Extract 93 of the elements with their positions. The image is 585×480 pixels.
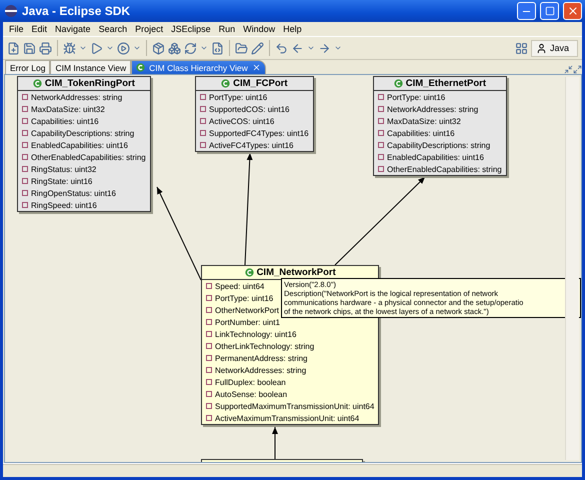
attribute-text: SupportedMaximumTransmissionUnit: uint64 xyxy=(215,402,374,410)
attribute-text: ActiveFC4Types: uint16 xyxy=(209,140,294,150)
attribute-text: Capabilities: uint16 xyxy=(31,116,99,126)
class-name: CIM_FCPort xyxy=(233,78,288,89)
close-icon[interactable] xyxy=(252,63,261,72)
class-name: CIM_TokenRingPort xyxy=(44,78,135,89)
view-tab[interactable]: CIM Instance View xyxy=(50,60,132,74)
attribute-text: OtherEnabledCapabilities: string xyxy=(387,164,502,174)
menu-item[interactable]: Edit xyxy=(28,24,52,34)
printer-icon[interactable] xyxy=(39,42,52,54)
attribute-text: RingSpeed: uint16 xyxy=(31,200,97,210)
attribute-text: NetworkAddresses: string xyxy=(387,104,478,114)
attribute-text: ActiveCOS: uint16 xyxy=(209,116,274,126)
refresh-icon[interactable] xyxy=(184,42,197,54)
attribute-text: MaxDataSize: uint32 xyxy=(31,104,105,114)
view-tab[interactable]: CIM Class Hierarchy View xyxy=(131,60,266,74)
class-box[interactable]: CIM_FCPort PortType: uint16 SupportedCOS: uint16 ActiveCOS: uint16 SupportedFC4Types: uint16 ActiveFC4Types: uint16 xyxy=(195,76,314,152)
maximize-icon xyxy=(544,6,554,16)
menu-item[interactable]: Help xyxy=(279,24,306,34)
class-icon xyxy=(394,79,403,88)
attribute-text: RingStatus: uint32 xyxy=(31,164,96,174)
view-tab[interactable]: Error Log xyxy=(5,60,50,74)
eclipse-logo-icon xyxy=(4,4,18,18)
attribute-text: ActiveMaximumTransmissionUnit: uint64 xyxy=(215,414,360,422)
attribute-text: NetworkAddresses: string xyxy=(31,92,122,102)
menu-item[interactable]: JSEclipse xyxy=(167,24,215,34)
attribute-text: SupportedCOS: uint16 xyxy=(209,104,290,114)
caret-icon[interactable] xyxy=(79,44,87,52)
inheritance-arrow xyxy=(272,426,278,460)
attribute-text: PortType: uint16 xyxy=(209,92,268,102)
menu-item[interactable]: Window xyxy=(239,24,280,34)
close-icon xyxy=(566,5,578,17)
attribute-text: Speed: uint64 xyxy=(215,282,264,290)
minimize-button[interactable] xyxy=(517,2,536,20)
attribute-text: PortType: uint16 xyxy=(215,294,274,302)
attribute-text: RingState: uint16 xyxy=(31,176,92,186)
minimize-view-icon[interactable] xyxy=(564,65,573,74)
attribute-text: NetworkAddresses: string xyxy=(215,366,306,374)
menu-item[interactable]: Run xyxy=(214,24,240,34)
play-icon[interactable] xyxy=(90,42,103,54)
class-box[interactable]: CIM_EthernetPort PortType: uint16 NetworkAddresses: string MaxDataSize: uint32 Capabilities: uint16 CapabilityDescriptions: string EnabledCapabilities: uint16 OtherEnabledCapabilities: string xyxy=(373,76,507,176)
class-icon xyxy=(136,63,146,72)
pencil-icon[interactable] xyxy=(251,42,264,54)
boxes-icon[interactable] xyxy=(168,42,181,54)
attribute-text: OtherNetworkPort xyxy=(215,306,280,314)
attribute-text: PermanentAddress: string xyxy=(215,354,308,362)
package-icon[interactable] xyxy=(152,42,165,54)
attribute-text: Capabilities: uint16 xyxy=(387,128,455,138)
menu-item[interactable]: Project xyxy=(131,24,168,34)
class-box[interactable] xyxy=(17,76,151,212)
caret-icon[interactable] xyxy=(133,44,141,52)
attribute-text: RingOpenStatus: uint16 xyxy=(31,188,116,198)
menu-item[interactable]: File xyxy=(5,24,28,34)
attribute-text: EnabledCapabilities: uint16 xyxy=(31,140,128,150)
file-code-icon[interactable] xyxy=(211,42,224,54)
perspective-button[interactable]: Java xyxy=(530,40,578,56)
caret-icon[interactable] xyxy=(200,44,208,52)
attribute-text: SupportedFC4Types: uint16 xyxy=(209,128,309,138)
class-icon xyxy=(221,79,230,88)
attribute-text: MaxDataSize: uint32 xyxy=(387,116,461,126)
back-icon[interactable] xyxy=(291,42,304,54)
menu-item[interactable]: Search xyxy=(94,24,132,34)
maximize-button[interactable] xyxy=(540,2,559,20)
attribute-text: PortNumber: uint1 xyxy=(215,318,280,326)
window-title: Java - Eclipse SDK xyxy=(22,4,132,18)
class-name: CIM_EthernetPort xyxy=(406,78,486,89)
attribute-text: AutoSense: boolean xyxy=(215,390,288,398)
attribute-text: EnabledCapabilities: uint16 xyxy=(387,152,484,162)
run-icon[interactable] xyxy=(117,42,130,54)
class-icon xyxy=(32,79,42,88)
close-button[interactable] xyxy=(563,2,582,20)
menu-item[interactable]: Navigate xyxy=(51,24,95,34)
folder-icon[interactable] xyxy=(235,42,248,54)
class-icon xyxy=(244,268,254,277)
caret-icon[interactable] xyxy=(106,44,114,52)
attribute-text: OtherLinkTechnology: string xyxy=(215,342,314,350)
forward-icon[interactable] xyxy=(318,42,331,54)
bug-icon[interactable] xyxy=(63,42,76,54)
caret-icon[interactable] xyxy=(307,44,315,52)
maximize-view-icon[interactable] xyxy=(573,65,582,74)
attribute-text: CapabilityDescriptions: string xyxy=(31,128,134,138)
class-name: CIM_NetworkPort xyxy=(256,267,336,278)
attribute-text: OtherEnabledCapabilities: string xyxy=(31,152,146,162)
new-file-icon[interactable] xyxy=(7,42,20,54)
attribute-text: PortType: uint16 xyxy=(387,92,446,102)
open-perspective-icon[interactable] xyxy=(514,42,528,54)
caret-icon[interactable] xyxy=(334,44,342,52)
person-icon xyxy=(536,42,547,54)
undo-icon[interactable] xyxy=(275,42,288,54)
attribute-text: LinkTechnology: uint16 xyxy=(215,330,296,338)
attribute-text: FullDuplex: boolean xyxy=(215,378,286,386)
save-icon[interactable] xyxy=(23,42,36,54)
attribute-text: CapabilityDescriptions: string xyxy=(387,140,490,150)
